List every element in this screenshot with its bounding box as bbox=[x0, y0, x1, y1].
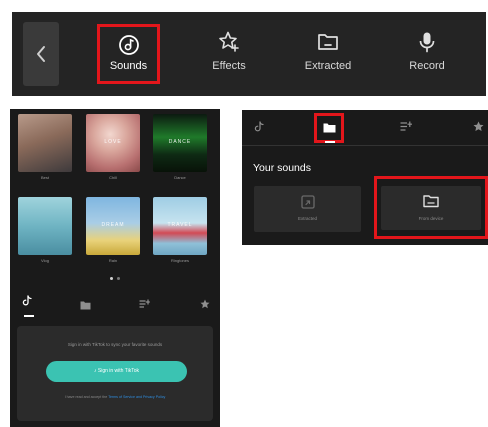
extract-audio-icon bbox=[300, 195, 315, 209]
folder-music-icon bbox=[318, 34, 338, 50]
bottom-toolbar: Sounds Effects Extracted Record bbox=[12, 12, 486, 96]
effects-tab[interactable]: Effects bbox=[189, 26, 269, 86]
folder-icon bbox=[423, 195, 439, 208]
sounds-tab[interactable]: Sounds bbox=[97, 24, 160, 84]
star-icon bbox=[473, 121, 484, 131]
extracted-tab[interactable]: Extracted bbox=[288, 26, 368, 86]
playlist-cover-title: TRAVEL bbox=[167, 222, 193, 228]
signin-card: Sign in with TikTok to sync your favorit… bbox=[17, 326, 213, 421]
playlist-cover[interactable]: DREAM bbox=[86, 197, 140, 255]
your-sounds-panel: Your sounds Extracted From device bbox=[242, 110, 488, 245]
playlist-cover[interactable]: DANCE bbox=[153, 114, 207, 172]
playlist-cover[interactable] bbox=[18, 197, 72, 255]
favorites-tab[interactable] bbox=[473, 119, 484, 137]
star-icon bbox=[200, 299, 210, 309]
from-device-highlight: From device bbox=[374, 176, 488, 239]
favorites-tab[interactable] bbox=[200, 296, 210, 314]
page-dot-active bbox=[110, 277, 113, 280]
terms-text: I have read and accept the Terms of Serv… bbox=[47, 394, 183, 400]
extracted-card-label: Extracted bbox=[297, 216, 317, 221]
playlist-caption: Dance bbox=[174, 175, 186, 180]
sounds-tab-label: Sounds bbox=[109, 60, 148, 72]
effects-icon bbox=[219, 31, 239, 52]
folder-icon bbox=[323, 123, 336, 133]
terms-prefix: I have read and accept the bbox=[64, 395, 108, 399]
record-tab[interactable]: Record bbox=[387, 26, 467, 86]
playlist-tab[interactable] bbox=[400, 119, 412, 137]
active-tab-indicator bbox=[24, 315, 34, 317]
page-dot bbox=[117, 277, 120, 280]
playlist-caption: Rain bbox=[108, 258, 118, 263]
tiktok-icon bbox=[22, 295, 32, 306]
effects-tab-label: Effects bbox=[212, 60, 246, 72]
folder-icon bbox=[80, 301, 91, 310]
chevron-left-icon bbox=[37, 46, 45, 62]
playlist-add-icon bbox=[400, 121, 412, 131]
tiktok-icon bbox=[254, 121, 264, 132]
active-tab-indicator bbox=[325, 141, 335, 143]
playlist-cover-title: DANCE bbox=[168, 139, 192, 145]
playlist-add-icon bbox=[139, 299, 150, 308]
playlist-cover-title: LOVE bbox=[104, 139, 122, 145]
folder-tab[interactable] bbox=[80, 297, 91, 315]
extracted-card[interactable]: Extracted bbox=[254, 186, 361, 232]
microphone-icon bbox=[419, 32, 435, 53]
sound-library-panel: Best LOVE Chill DANCE Dance Vlog DREAM R… bbox=[10, 109, 220, 427]
extracted-tab-label: Extracted bbox=[304, 60, 352, 72]
from-device-card-label: From device bbox=[418, 216, 444, 221]
playlist-caption: Ringtones bbox=[170, 258, 189, 263]
record-tab-label: Record bbox=[409, 60, 445, 72]
back-button[interactable] bbox=[23, 22, 59, 86]
playlist-caption: Best bbox=[40, 175, 49, 180]
playlist-caption: Chill bbox=[109, 175, 117, 180]
playlist-cover[interactable] bbox=[18, 114, 72, 172]
signin-tiktok-button[interactable]: ♪ Sign in with TikTok bbox=[46, 361, 187, 382]
divider bbox=[242, 145, 488, 146]
playlist-cover-title: DREAM bbox=[101, 222, 125, 228]
playlist-cover[interactable]: TRAVEL bbox=[153, 197, 207, 255]
tiktok-icon: ♪ bbox=[93, 368, 97, 374]
signin-button-label: Sign in with TikTok bbox=[97, 368, 140, 374]
terms-link[interactable]: Terms of Service and Privacy Policy bbox=[108, 395, 165, 399]
from-device-card[interactable]: From device bbox=[381, 186, 481, 230]
playlist-cover[interactable]: LOVE bbox=[86, 114, 140, 172]
signin-prompt: Sign in with TikTok to sync your favorit… bbox=[67, 342, 163, 347]
tiktok-tab[interactable] bbox=[22, 295, 32, 309]
sounds-icon bbox=[118, 35, 139, 55]
folder-tab[interactable] bbox=[314, 113, 344, 143]
playlist-caption: Vlog bbox=[40, 258, 49, 263]
playlist-tab[interactable] bbox=[139, 296, 150, 314]
section-title: Your sounds bbox=[253, 162, 311, 174]
tiktok-tab[interactable] bbox=[254, 119, 264, 137]
